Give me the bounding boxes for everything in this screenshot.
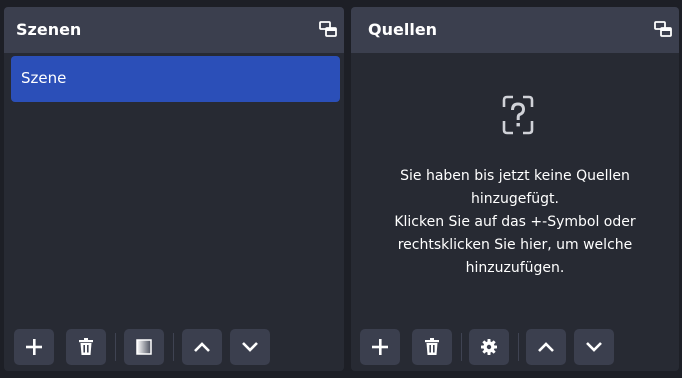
toolbar-separator [173, 333, 174, 361]
sources-toolbar [351, 321, 679, 371]
scenes-dock-header: Szenen [4, 7, 344, 53]
toolbar-separator [518, 333, 519, 361]
filter-icon [136, 339, 152, 355]
move-source-down-button[interactable] [574, 329, 614, 365]
chevron-down-icon [242, 342, 258, 352]
source-properties-button[interactable] [469, 329, 509, 365]
trash-icon [425, 338, 439, 355]
question-box-icon [502, 95, 534, 135]
move-scene-down-button[interactable] [230, 329, 270, 365]
empty-message-line: rechtsklicken Sie hier, um welche [397, 237, 633, 253]
plus-icon [372, 339, 388, 355]
toolbar-separator [461, 333, 462, 361]
empty-message-line: hinzuzufügen. [465, 260, 565, 276]
trash-icon [79, 338, 93, 355]
sources-dock-title: Quellen [368, 20, 438, 39]
move-source-up-button[interactable] [526, 329, 566, 365]
undock-icon[interactable] [319, 21, 337, 37]
scenes-list: Szene [4, 53, 344, 371]
scene-filters-button[interactable] [124, 329, 164, 365]
scenes-toolbar [4, 321, 344, 371]
empty-message-line: Klicken Sie auf das +-Symbol oder [394, 214, 636, 230]
chevron-up-icon [194, 342, 210, 352]
gear-icon [481, 339, 497, 355]
add-source-button[interactable] [360, 329, 400, 365]
chevron-down-icon [586, 342, 602, 352]
empty-sources-message: Sie haben bis jetzt keine Quellen hinzug… [357, 165, 673, 280]
chevron-up-icon [538, 342, 554, 352]
undock-icon[interactable] [654, 21, 672, 37]
scene-list-item[interactable]: Szene [11, 56, 340, 102]
remove-source-button[interactable] [412, 329, 452, 365]
sources-dock-header: Quellen [351, 7, 679, 53]
move-scene-up-button[interactable] [182, 329, 222, 365]
sources-dock: Quellen Sie haben bis jetzt keine Quelle… [351, 7, 679, 371]
scenes-dock-title: Szenen [16, 20, 82, 39]
obs-docks: Szenen Szene Quellen Sie haben bis jetzt… [0, 0, 682, 378]
empty-message-line: hinzugefügt. [471, 191, 559, 207]
scene-item-label: Szene [21, 69, 67, 87]
sources-list[interactable]: Sie haben bis jetzt keine Quellen hinzug… [351, 53, 679, 371]
empty-message-line: Sie haben bis jetzt keine Quellen [400, 168, 630, 184]
toolbar-separator [115, 333, 116, 361]
add-scene-button[interactable] [14, 329, 54, 365]
plus-icon [26, 339, 42, 355]
remove-scene-button[interactable] [66, 329, 106, 365]
scenes-dock: Szenen Szene [4, 7, 344, 371]
